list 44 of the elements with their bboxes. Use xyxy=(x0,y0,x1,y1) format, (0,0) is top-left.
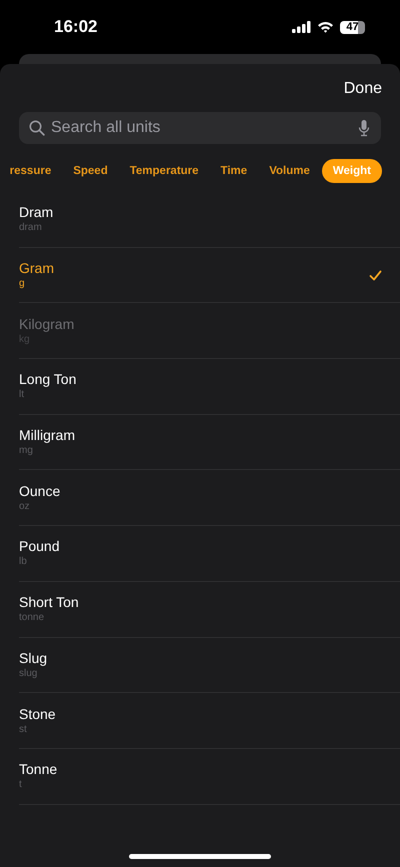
unit-name: Slug xyxy=(19,650,48,667)
unit-name: Ounce xyxy=(19,482,60,500)
unit-symbol: oz xyxy=(19,500,31,513)
unit-symbol: mg xyxy=(19,444,34,458)
unit-row[interactable]: Stone st xyxy=(19,693,400,749)
category-tab[interactable]: ressure xyxy=(10,159,62,183)
battery-level: 47 xyxy=(346,21,359,33)
category-tab[interactable]: Temperature xyxy=(120,159,209,183)
unit-name: Tonne xyxy=(19,761,58,778)
unit-symbol: g xyxy=(19,277,26,290)
status-time: 16:02 xyxy=(54,17,98,37)
unit-symbol: t xyxy=(19,778,23,792)
unit-row[interactable]: Milligram mg xyxy=(19,414,400,470)
unit-name: Short Ton xyxy=(19,594,79,612)
unit-name: Dram xyxy=(19,204,54,222)
unit-symbol: tonne xyxy=(19,611,46,624)
unit-symbol: lt xyxy=(19,388,25,402)
unit-symbol: lb xyxy=(19,555,28,568)
unit-name: Stone xyxy=(19,706,56,723)
checkmark-icon xyxy=(369,270,382,281)
unit-name: Long Ton xyxy=(19,371,76,388)
unit-row[interactable]: Dram dram xyxy=(19,192,400,248)
unit-symbol: dram xyxy=(19,221,43,234)
unit-row[interactable]: Slug slug xyxy=(19,638,400,694)
unit-symbol: slug xyxy=(19,666,38,680)
unit-row[interactable]: Ounce oz xyxy=(19,470,400,526)
microphone-icon[interactable] xyxy=(358,119,370,137)
signal-icon xyxy=(292,21,311,33)
done-button[interactable]: Done xyxy=(344,78,382,100)
unit-symbol: st xyxy=(19,722,28,736)
unit-name: Pound xyxy=(19,538,60,556)
unit-row[interactable]: Pound lb xyxy=(19,526,400,582)
unit-row[interactable]: Short Ton tonne xyxy=(19,582,400,638)
category-tab[interactable]: Speed xyxy=(63,159,118,183)
category-tab[interactable]: Volume xyxy=(259,159,320,183)
unit-name: Milligram xyxy=(19,427,75,444)
wifi-icon xyxy=(317,21,334,33)
unit-row[interactable]: Long Ton lt xyxy=(19,359,400,415)
unit-row[interactable]: Tonne t xyxy=(19,748,400,805)
search-field[interactable]: Search all units xyxy=(19,112,381,144)
unit-name: Kilogram xyxy=(19,316,74,333)
unit-name: Gram xyxy=(19,260,54,278)
category-tab[interactable]: Time xyxy=(210,159,258,183)
unit-row[interactable]: Gram g xyxy=(19,248,400,304)
